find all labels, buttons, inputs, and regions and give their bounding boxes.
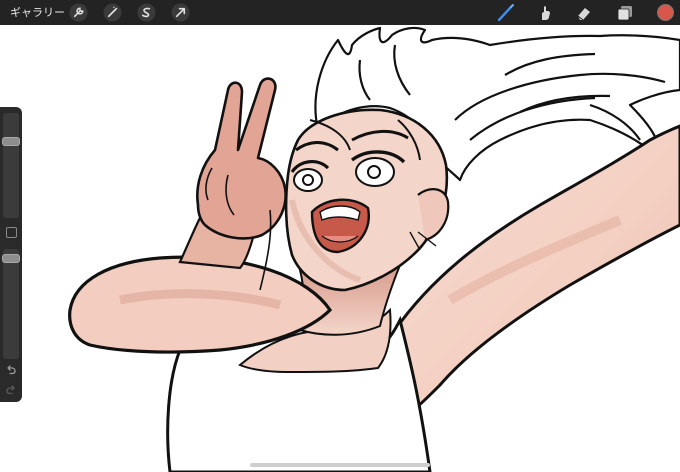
adjustments-button[interactable] — [103, 3, 122, 22]
transform-arrow-icon — [171, 3, 190, 22]
layers-button[interactable] — [615, 3, 635, 23]
wrench-icon — [69, 3, 88, 22]
smudge-icon — [542, 6, 550, 20]
brush-tool[interactable] — [496, 3, 516, 23]
opacity-thumb[interactable] — [2, 254, 20, 264]
selection-button[interactable] — [137, 3, 156, 22]
redo-icon — [6, 385, 15, 395]
modify-button[interactable] — [6, 227, 17, 238]
top-toolbar: ギャラリー — [0, 0, 680, 25]
brush-size-thumb[interactable] — [2, 137, 20, 146]
home-indicator — [250, 463, 430, 467]
brush-icon — [497, 4, 514, 22]
opacity-slider[interactable] — [2, 249, 20, 359]
gallery-button[interactable]: ギャラリー — [10, 0, 65, 25]
eraser-icon — [577, 8, 590, 21]
left-sidebar — [0, 107, 22, 402]
undo-button[interactable] — [5, 363, 17, 375]
drawing-canvas[interactable] — [0, 0, 680, 472]
actions-button[interactable] — [69, 3, 88, 22]
undo-icon — [7, 365, 16, 375]
redo-button[interactable] — [5, 383, 17, 395]
eraser-tool[interactable] — [574, 3, 594, 23]
selection-icon — [137, 3, 156, 22]
layers-icon — [617, 6, 632, 21]
transform-button[interactable] — [171, 3, 190, 22]
brush-size-slider[interactable] — [2, 113, 20, 218]
smudge-tool[interactable] — [535, 3, 555, 23]
color-picker[interactable] — [657, 4, 674, 21]
adjustments-icon — [103, 3, 122, 22]
